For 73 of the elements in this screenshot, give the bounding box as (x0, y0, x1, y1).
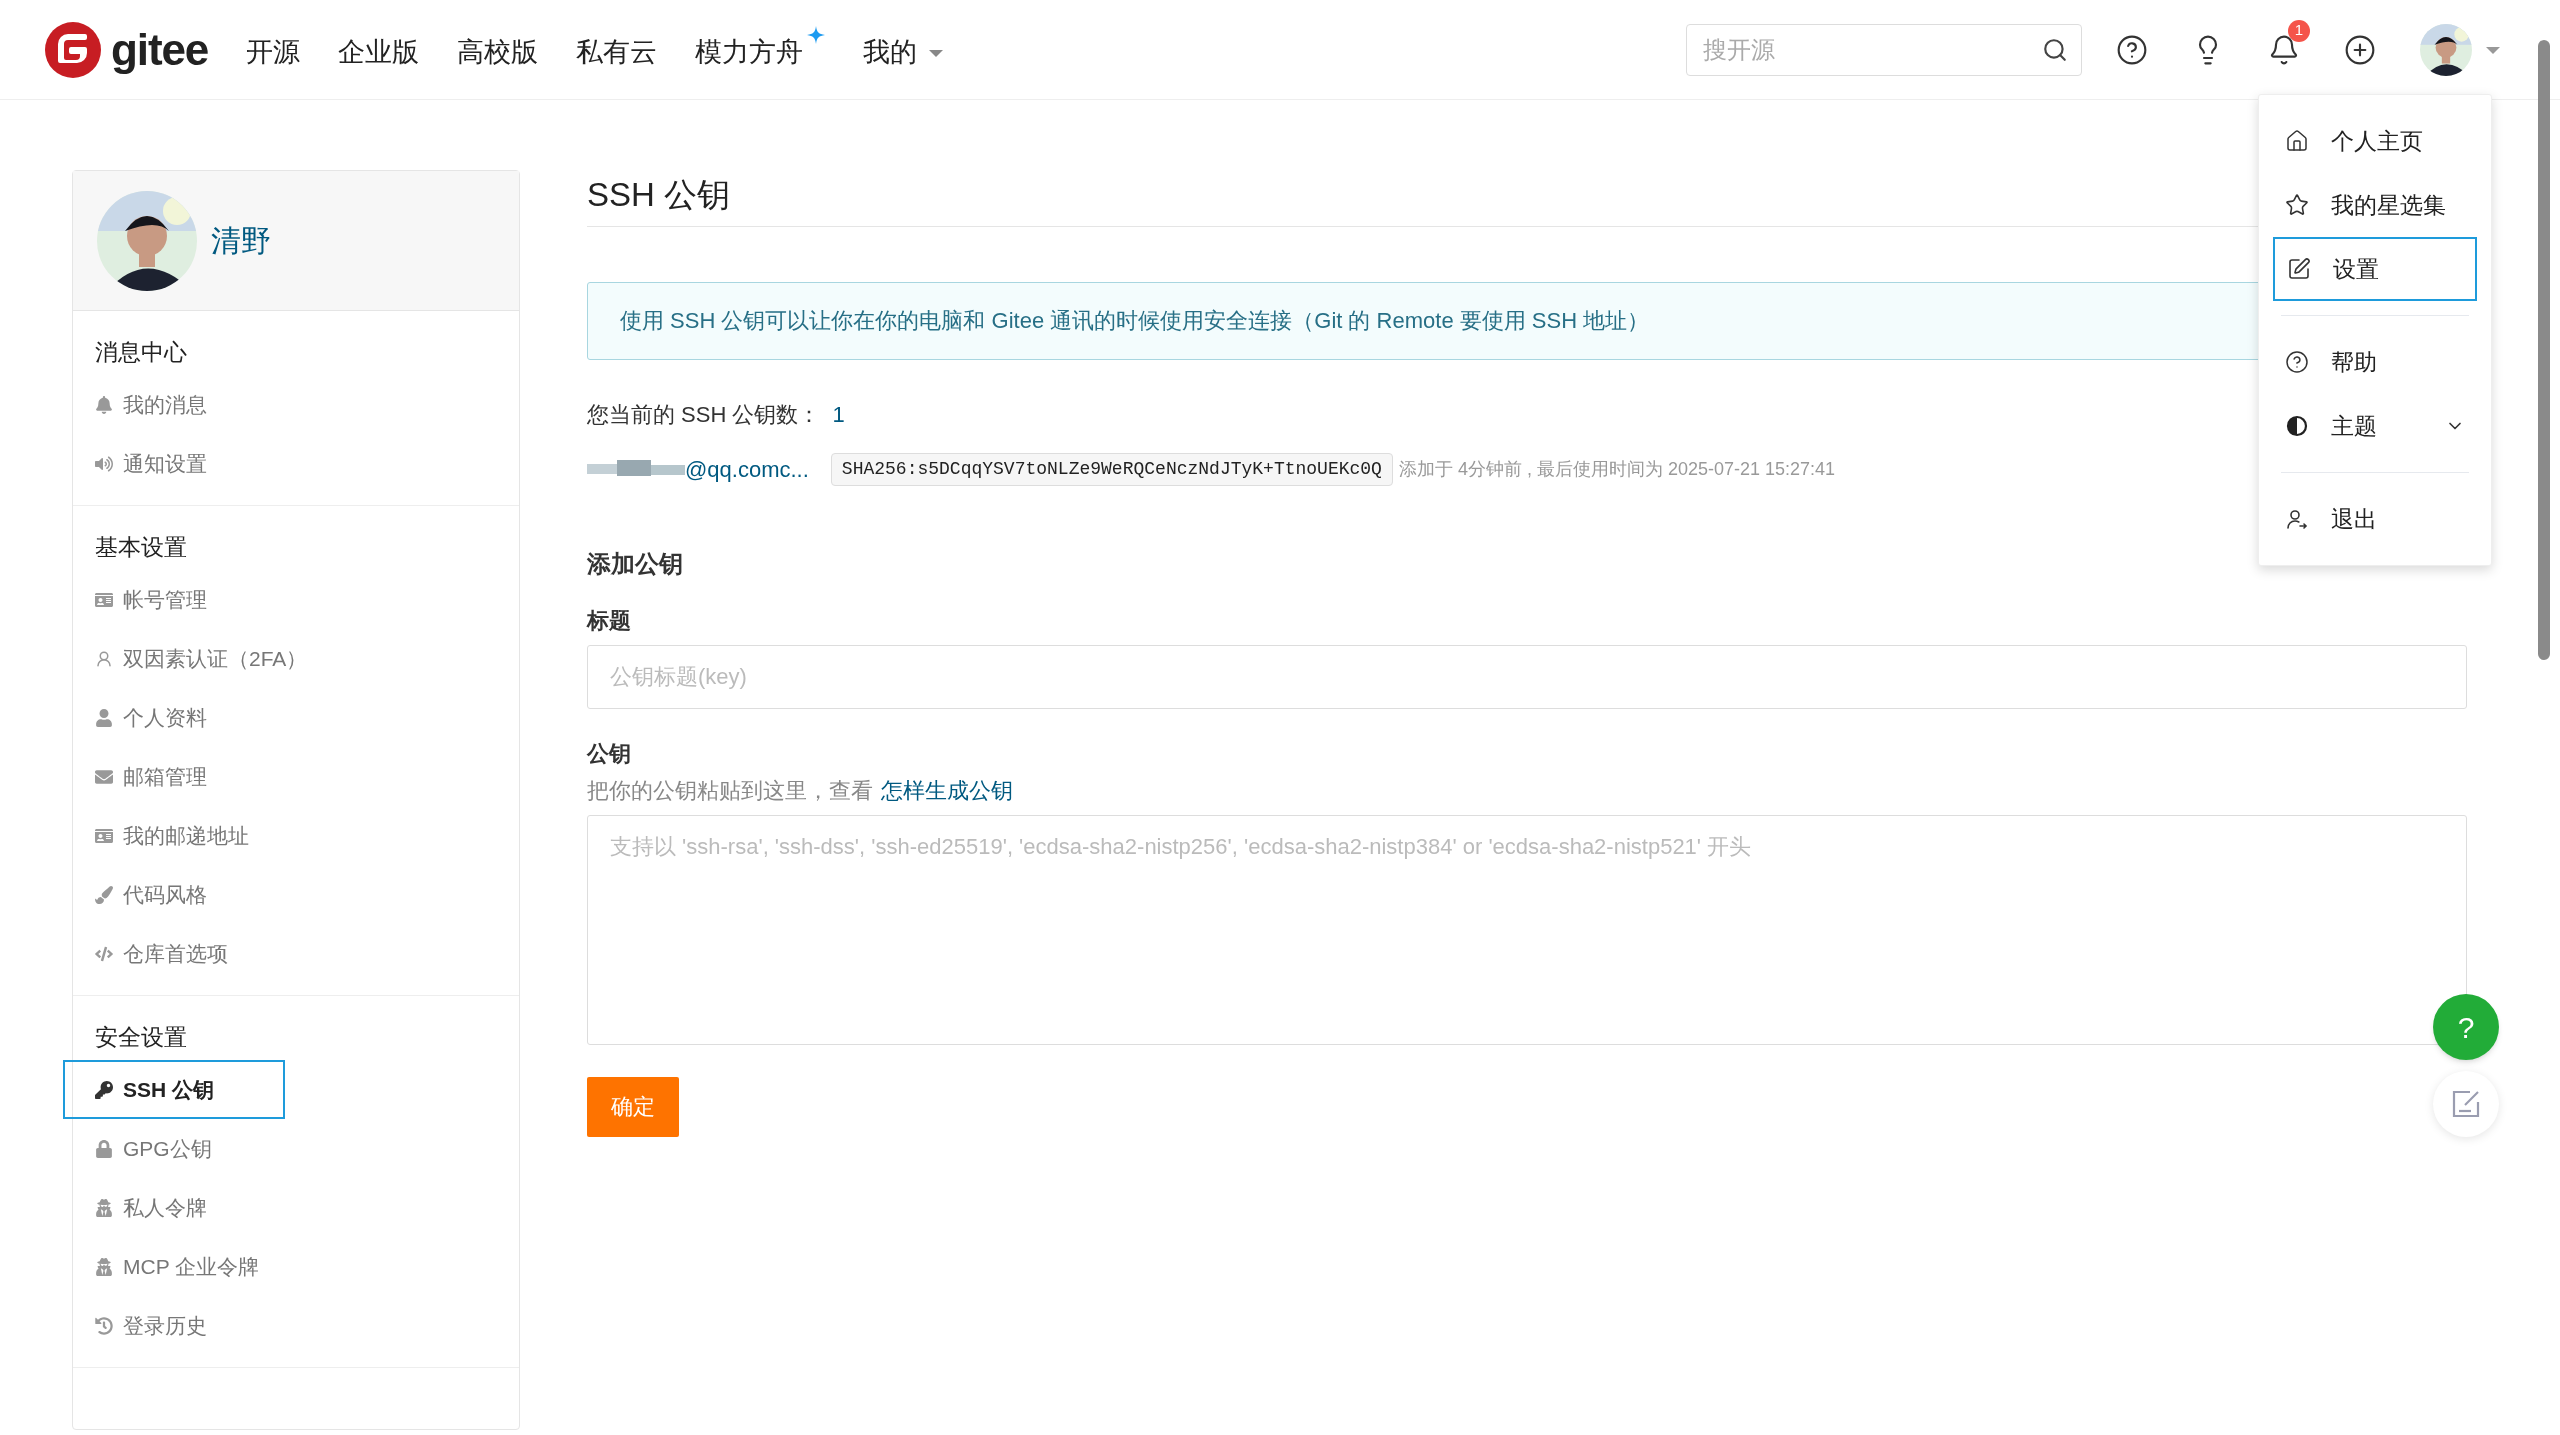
id-card-icon (95, 590, 113, 609)
sidebar-item[interactable]: 双因素认证（2FA） (73, 629, 519, 688)
key-meta: 添加于 4分钟前 , 最后使用时间为 2025-07-21 15:27:41 (1398, 457, 1836, 481)
envelope-icon (95, 767, 113, 786)
help-link[interactable]: 怎样生成公钥 (881, 773, 1013, 807)
notification-badge: 1 (2288, 19, 2310, 42)
menu-item[interactable]: 设置 (2273, 237, 2477, 301)
key-count: 1 (832, 400, 845, 429)
star-icon (2285, 193, 2309, 217)
user-icon (95, 708, 113, 727)
sidebar-item[interactable]: 仓库首选项 (73, 924, 519, 983)
search-icon[interactable] (2042, 36, 2068, 63)
speaker-icon (95, 454, 113, 473)
title-input[interactable]: 公钥标题(key) (587, 644, 2467, 709)
feedback-button[interactable] (2433, 1071, 2499, 1137)
menu-item[interactable]: 退出 (2281, 487, 2469, 551)
caret-icon[interactable] (2486, 44, 2500, 55)
contrast-icon (2285, 414, 2309, 438)
menu-item[interactable]: 主题 (2281, 394, 2469, 458)
logo-icon (45, 21, 101, 78)
caret-icon (929, 47, 944, 58)
nav-link[interactable]: 企业版 (338, 26, 420, 73)
sidebar-item[interactable]: 帐号管理 (73, 570, 519, 629)
user-icon (95, 649, 113, 668)
plus-icon[interactable] (2344, 33, 2376, 66)
sidebar-item[interactable]: SSH 公钥 (63, 1060, 285, 1119)
field-label: 公钥 (587, 739, 632, 768)
profile-name[interactable]: 清野 (211, 218, 271, 263)
sidebar-item[interactable]: 邮箱管理 (73, 747, 519, 806)
section-title: 安全设置 (94, 1023, 188, 1052)
field-label: 标题 (587, 606, 632, 635)
search-field[interactable]: 搜开源 (1686, 23, 2082, 76)
bell-icon[interactable] (2268, 33, 2300, 66)
sidebar-item[interactable]: 私人令牌 (73, 1178, 519, 1237)
feedback-icon (2452, 1090, 2480, 1118)
spy-icon (95, 1257, 113, 1276)
key-icon (95, 1080, 113, 1099)
help-icon (2285, 350, 2309, 374)
sidebar-item[interactable]: 通知设置 (73, 434, 519, 493)
nav-link[interactable]: 私有云 (576, 26, 658, 73)
logo-text: gitee (111, 27, 209, 72)
key-count-label: 您当前的 SSH 公钥数： (587, 400, 821, 429)
sidebar-item[interactable]: GPG公钥 (73, 1119, 519, 1178)
sidebar-item[interactable]: 个人资料 (73, 688, 519, 747)
nav-link[interactable]: 高校版 (457, 26, 539, 73)
nav-link[interactable]: 模力方舟 (695, 26, 826, 73)
nav-link[interactable]: 开源 (246, 26, 301, 73)
id-card-icon (95, 826, 113, 845)
spy-icon (95, 1198, 113, 1217)
brush-icon (95, 885, 113, 904)
nav-link[interactable]: 我的 (863, 26, 944, 73)
edit-icon (2287, 257, 2311, 281)
section-title: 消息中心 (94, 338, 188, 367)
history-icon (95, 1316, 113, 1335)
home-icon (2285, 129, 2309, 153)
bell-icon (95, 395, 113, 414)
section-title: 基本设置 (94, 533, 188, 562)
sidebar-item[interactable]: 我的邮递地址 (73, 806, 519, 865)
menu-item[interactable]: 个人主页 (2281, 109, 2469, 173)
sidebar-item[interactable]: 我的消息 (73, 375, 519, 434)
code-icon (95, 944, 113, 963)
field-hint: 把你的公钥粘贴到这里，查看 (587, 776, 873, 805)
menu-item[interactable]: 我的星选集 (2281, 173, 2469, 237)
key-title[interactable]: @qq.comc... (685, 452, 809, 486)
section-heading: 添加公钥 (587, 548, 684, 579)
user-exit-icon (2285, 507, 2309, 531)
lock-icon (95, 1139, 113, 1158)
help-icon[interactable] (2116, 33, 2148, 66)
sidebar-item[interactable]: MCP 企业令牌 (73, 1237, 519, 1296)
sidebar-item[interactable]: 代码风格 (73, 865, 519, 924)
key-fingerprint: SHA256:s5DCqqYSV7toNLZe9WeRQCeNczNdJTyK+TtnoUEKc0Q (830, 452, 1393, 486)
sparkle-icon (807, 26, 826, 45)
sidebar-item[interactable]: 登录历史 (73, 1296, 519, 1355)
